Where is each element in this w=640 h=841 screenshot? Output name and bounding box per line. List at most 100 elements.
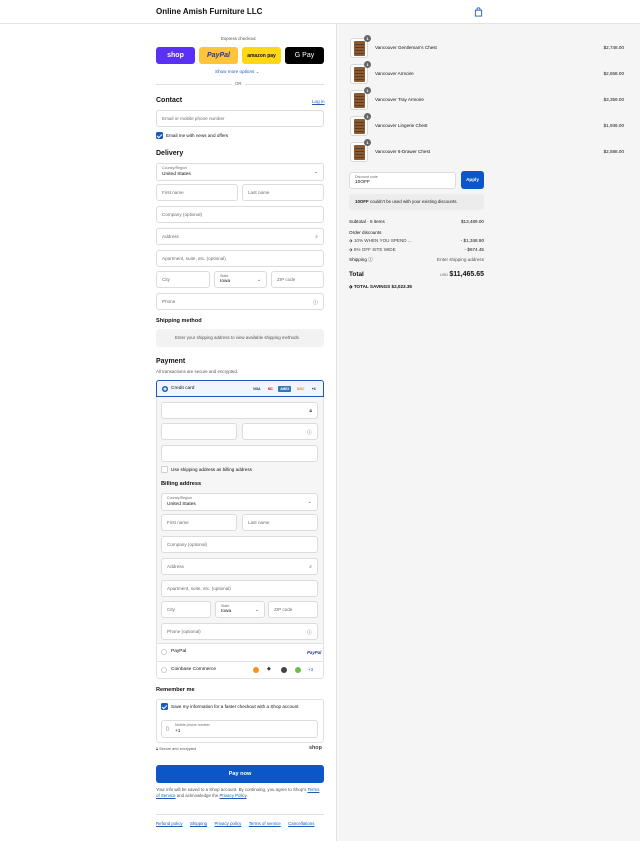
paypal-label: PayPal [171, 649, 187, 654]
news-label: Email me with news and offers [166, 133, 229, 138]
discount-error-text: 10OFF couldn't be used with your existin… [355, 199, 458, 204]
quantity-badge: 1 [364, 61, 371, 68]
litecoin-icon [281, 667, 287, 673]
shipping-method-heading: Shipping method [156, 318, 202, 324]
billing-address-field[interactable]: Address ⌕ [161, 558, 318, 575]
shop-pay-button[interactable]: shop [156, 47, 195, 64]
quantity-badge: 1 [364, 113, 371, 120]
billing-first-name-placeholder: First name [167, 520, 189, 525]
chevron-down-icon: ⌄ [256, 277, 261, 283]
last-name-field[interactable]: Last name [242, 184, 324, 201]
billing-last-name-placeholder: Last name [248, 520, 270, 525]
product-price: $2,588.00 [603, 149, 624, 154]
discount-error-notice: 10OFF couldn't be used with your existin… [349, 194, 484, 210]
zip-field[interactable]: ZIP code [271, 271, 324, 288]
mastercard-icon: MC [267, 387, 273, 391]
billing-country-label: Country/Region [167, 496, 192, 500]
product-price: $2,748.00 [603, 45, 624, 50]
billing-state-select[interactable]: State Iowa ⌄ [215, 601, 265, 618]
shipping-method-message: Enter your shipping address to view avai… [175, 335, 300, 340]
total-savings: ⬗ TOTAL SAVINGS $2,023.35 [349, 284, 412, 289]
help-icon[interactable]: ⓘ [313, 299, 318, 306]
card-number-field[interactable]: 🔒︎ [161, 402, 318, 419]
shipping-policy-link[interactable]: Shipping [190, 821, 207, 826]
apply-discount-button[interactable]: Apply [461, 171, 484, 189]
privacy-policy-link[interactable]: Privacy Policy [220, 793, 247, 798]
security-code-field[interactable]: ⓘ [242, 423, 318, 440]
city-field[interactable]: City [156, 271, 210, 288]
ethereum-icon: ◆ [267, 666, 271, 672]
dogecoin-icon [295, 667, 301, 673]
shipping-label: Shipping ⓘ [349, 257, 373, 262]
news-checkbox[interactable] [156, 132, 163, 139]
billing-company-field[interactable]: Company (optional) [161, 536, 318, 553]
contact-heading: Contact [156, 97, 183, 104]
name-on-card-field[interactable] [161, 445, 318, 462]
country-value: United States [162, 172, 191, 177]
mobile-phone-field[interactable]: ▯ Mobile phone number +1 [161, 720, 318, 738]
coinbase-option[interactable]: Coinbase Commerce ◆ +3 [156, 662, 324, 679]
address-field[interactable]: Address ⌕ [156, 228, 324, 245]
billing-city-field[interactable]: City [161, 601, 211, 618]
billing-zip-field[interactable]: ZIP code [268, 601, 318, 618]
footer-links: Refund policy Shipping Privacy policy Te… [156, 821, 320, 827]
billing-country-select[interactable]: Country/Region United States ⌄ [161, 493, 318, 511]
first-name-field[interactable]: First name [156, 184, 238, 201]
email-field[interactable]: Email or mobile phone number [156, 110, 324, 127]
billing-apartment-field[interactable]: Apartment, suite, etc. (optional) [161, 580, 318, 597]
tag-icon: ⬗ [349, 284, 353, 289]
product-price: $1,936.00 [603, 123, 624, 128]
subtotal-value: $13,489.00 [461, 219, 484, 224]
radio-unselected-icon [161, 667, 167, 673]
billing-phone-field[interactable]: Phone (optional) ⓘ [161, 623, 318, 640]
cancellations-link[interactable]: Cancellations [288, 821, 314, 826]
company-field[interactable]: Company (optional) [156, 206, 324, 223]
state-label: State [220, 274, 229, 278]
city-placeholder: City [162, 277, 170, 282]
search-icon: ⌕ [309, 564, 312, 570]
same-address-checkbox[interactable] [161, 466, 168, 473]
help-icon[interactable]: ⓘ [307, 429, 312, 436]
or-divider-label: OR [232, 81, 245, 86]
mobile-phone-icon: ▯ [166, 726, 169, 732]
country-select[interactable]: Country/Region United States ⌄ [156, 163, 324, 181]
quantity-badge: 1 [364, 35, 371, 42]
help-icon[interactable]: ⓘ [368, 257, 373, 262]
expiration-field[interactable] [161, 423, 237, 440]
refund-policy-link[interactable]: Refund policy [156, 821, 183, 826]
privacy-policy-footer-link[interactable]: Privacy policy [214, 821, 241, 826]
pay-now-button[interactable]: Pay now [156, 765, 324, 783]
pay-note-text: Your info will be saved to a Shop accoun… [156, 787, 307, 792]
google-pay-button[interactable]: G Pay [285, 47, 324, 64]
quantity-badge: 1 [364, 87, 371, 94]
help-icon[interactable]: ⓘ [307, 629, 312, 636]
currency-code: USD [440, 273, 449, 277]
billing-last-name-field[interactable]: Last name [242, 514, 318, 531]
store-brand[interactable]: Online Amish Furniture LLC [156, 7, 262, 16]
login-link[interactable]: Log in [312, 99, 325, 104]
total-label: Total [349, 271, 364, 278]
same-address-label: Use shipping address as billing address [171, 467, 252, 472]
phone-field[interactable]: Phone ⓘ [156, 293, 324, 310]
save-info-checkbox[interactable] [161, 703, 168, 710]
discount-code-label: Discount code [355, 175, 378, 179]
show-more-options-link[interactable]: Show more options ⌄ [215, 69, 259, 75]
discount-row: ⬗ 10% WHEN YOU SPEND ... [349, 238, 412, 243]
zip-placeholder: ZIP code [277, 277, 296, 282]
billing-company-placeholder: Company (optional) [167, 542, 208, 547]
discount-code-field[interactable]: Discount code 10OFF [349, 172, 456, 189]
shopping-bag-icon[interactable] [474, 7, 483, 17]
paypal-option[interactable]: PayPal PayPal [156, 644, 324, 662]
paypal-button[interactable]: PayPal [199, 47, 238, 64]
credit-card-option[interactable]: Credit card VISA MC AMEX DISC +4 [156, 380, 324, 397]
radio-selected-icon [162, 386, 168, 392]
billing-first-name-field[interactable]: First name [161, 514, 237, 531]
apartment-field[interactable]: Apartment, suite, etc. (optional) [156, 250, 324, 267]
product-name: Vancouver Lingerie Chest [375, 123, 428, 128]
footer-divider [156, 814, 324, 815]
terms-of-service-footer-link[interactable]: Terms of service [249, 821, 281, 826]
state-select[interactable]: State Iowa ⌄ [214, 271, 267, 288]
amazon-pay-button[interactable]: amazon pay [242, 47, 281, 64]
billing-state-value: Iowa [221, 609, 232, 614]
product-price: $2,658.00 [603, 71, 624, 76]
